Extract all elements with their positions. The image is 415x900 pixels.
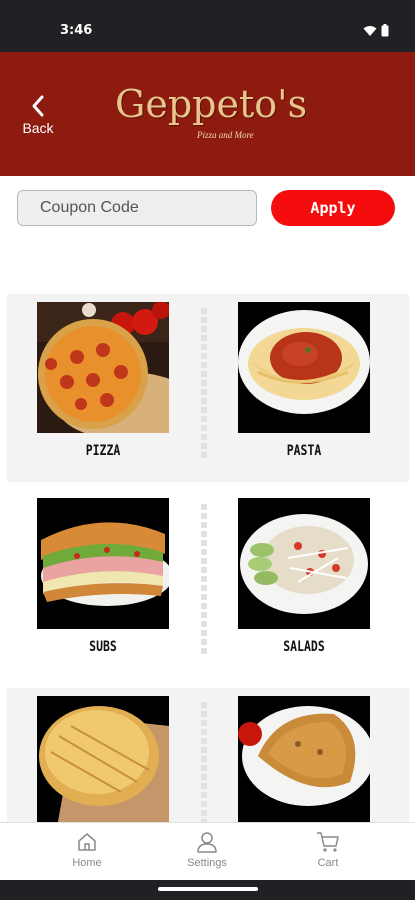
menu-item-pizza[interactable]: PIZZA <box>37 302 169 459</box>
pizza-photo <box>37 302 169 433</box>
coupon-code-input[interactable] <box>17 190 257 226</box>
brand-name: Geppeto's <box>115 82 308 126</box>
nav-cart-label: Cart <box>317 857 339 869</box>
system-nav-bar <box>0 880 415 900</box>
back-label: Back <box>22 120 54 136</box>
bottom-navigation: Home Settings Cart <box>0 822 415 880</box>
person-icon <box>197 832 217 853</box>
nav-home-label: Home <box>72 857 102 869</box>
calzone-photo <box>238 696 370 827</box>
wifi-icon <box>363 25 377 36</box>
nav-settings-label: Settings <box>187 857 227 869</box>
menu-item-label: SUBS <box>89 639 117 655</box>
menu-item-pasta[interactable]: PASTA <box>238 302 370 459</box>
menu-row: PIZZA PASTA <box>7 294 409 482</box>
home-gesture-pill[interactable] <box>158 887 258 891</box>
menu-item-calzone[interactable] <box>238 696 370 837</box>
divider <box>201 504 207 654</box>
menu-item-salads[interactable]: SALADS <box>238 498 370 655</box>
nav-settings[interactable]: Settings <box>167 831 247 869</box>
chevron-left-icon <box>32 95 44 117</box>
menu-item-subs[interactable]: SUBS <box>37 498 169 655</box>
menu-item-label: PIZZA <box>85 443 121 459</box>
salads-photo <box>238 498 370 629</box>
status-bar: 3:46 <box>0 0 415 52</box>
subs-photo <box>37 498 169 629</box>
menu-row: SUBS SALADS <box>7 490 409 678</box>
divider <box>201 308 207 458</box>
home-icon <box>78 833 96 851</box>
brand-logo: Geppeto's Pizza and More <box>115 82 308 152</box>
pasta-photo <box>238 302 370 433</box>
nav-cart[interactable]: Cart <box>288 831 368 869</box>
back-button[interactable]: Back <box>18 94 58 144</box>
battery-icon <box>381 24 389 37</box>
menu-item-breadsticks[interactable] <box>37 696 169 837</box>
menu-item-label: PASTA <box>286 443 322 459</box>
cart-icon <box>317 832 339 852</box>
apply-coupon-button[interactable]: Apply <box>271 190 395 226</box>
nav-home[interactable]: Home <box>47 831 127 869</box>
breadsticks-photo <box>37 696 169 827</box>
status-icons <box>363 24 389 37</box>
app-header: Back Geppeto's Pizza and More <box>0 52 415 176</box>
brand-tagline: Pizza and More <box>197 130 254 140</box>
status-time: 3:46 <box>60 23 93 38</box>
menu-item-label: SALADS <box>283 639 325 655</box>
